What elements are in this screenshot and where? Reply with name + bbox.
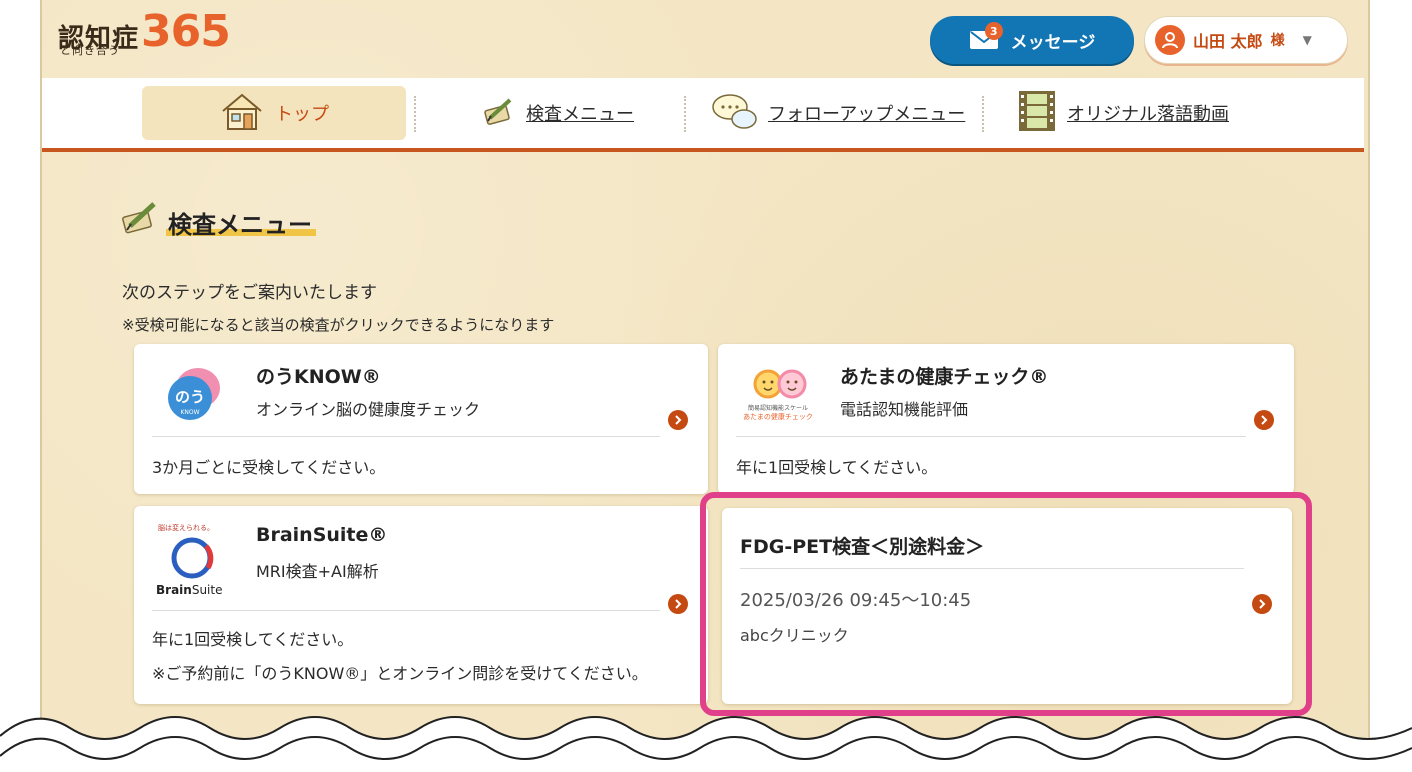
film-icon [1017, 89, 1057, 138]
atama-check-logo-smalltext: 簡易認知機能スケール [748, 404, 808, 412]
section-note: ※受検可能になると該当の検査がクリックできるようになります [122, 316, 555, 334]
user-avatar-icon [1155, 25, 1185, 55]
card-title: のうKNOW® [256, 366, 381, 388]
brainsuite-logo-brand: Suite [192, 583, 223, 597]
nav-label-exam-menu: 検査メニュー [526, 104, 634, 125]
nou-know-logo: のう KNOW [162, 362, 226, 426]
card-note-secondary: ※ご予約前に「のうKNOW®」とオンライン問診を受けてください。 [152, 664, 648, 683]
site-logo[interactable]: 認知症 365 と向き合う [58, 6, 231, 58]
house-icon [219, 91, 265, 136]
chevron-down-icon: ▼ [1302, 33, 1312, 47]
envelope-icon: 3 [969, 22, 1003, 50]
section-intro: 次のステップをご案内いたします [122, 283, 377, 303]
card-note: 3か月ごとに受検してください。 [152, 458, 386, 477]
nav-divider [684, 96, 686, 132]
card-note: 年に1回受検してください。 [736, 458, 938, 477]
nav-item-original-rakugo-video[interactable]: オリジナル落語動画 [1017, 86, 1229, 140]
svg-text:BrainSuite: BrainSuite [156, 583, 222, 597]
exam-card-brainsuite[interactable]: 脳は変えられる。 BrainSuite BrainSuite® MRI検査+AI… [134, 506, 708, 704]
nou-know-logo-subtext: KNOW [180, 409, 199, 416]
card-subtitle: MRI検査+AI解析 [256, 562, 379, 581]
card-divider [736, 436, 1246, 437]
nav-item-follow-up-menu[interactable]: フォローアップメニュー [710, 86, 965, 140]
chevron-right-icon[interactable] [668, 410, 688, 430]
card-title: BrainSuite® [256, 524, 388, 546]
brainsuite-logo-tagline: 脳は変えられる。 [158, 523, 214, 532]
chevron-right-icon[interactable] [1254, 410, 1274, 430]
user-honorific: 様 [1270, 33, 1285, 49]
atama-check-logo-text: あたまの健康チェック [743, 412, 813, 421]
card-note: 年に1回受検してください。 [152, 630, 354, 649]
exam-card-nou-know[interactable]: のう KNOW のうKNOW® オンライン脳の健康度チェック 3か月ごとに受検し… [134, 344, 708, 494]
card-divider [152, 436, 660, 437]
exam-card-atama-no-kenko-check[interactable]: 簡易認知機能スケール あたまの健康チェック あたまの健康チェック® 電話認知機能… [718, 344, 1294, 494]
logo-number: 365 [141, 6, 231, 57]
card-divider [152, 610, 660, 611]
nav-label-follow-up-menu: フォローアップメニュー [768, 104, 966, 125]
brainsuite-logo-brand-bold: Brain [156, 583, 192, 597]
logo-subtitle: と向き合う [60, 44, 120, 57]
card-subtitle: 電話認知機能評価 [840, 400, 969, 419]
card-subtitle: オンライン脳の健康度チェック [256, 400, 481, 419]
message-button[interactable]: 3 メッセージ [930, 16, 1134, 64]
nav-item-exam-menu[interactable]: 検査メニュー [482, 86, 634, 140]
card-title: あたまの健康チェック® [840, 366, 1049, 388]
nav-item-top[interactable]: トップ [142, 86, 406, 140]
wavy-cut-edge [0, 716, 1412, 772]
nou-know-logo-text: のう [175, 388, 205, 406]
nav-divider [414, 96, 416, 132]
main-nav: トップ 検査メニュー フォローアップメニュー オリジナル落語動画 [42, 78, 1364, 152]
user-name: 山田 太郎 [1193, 32, 1263, 51]
nav-label-original-rakugo-video: オリジナル落語動画 [1067, 104, 1229, 125]
pencil-book-icon [120, 200, 160, 240]
section-title: 検査メニュー [166, 205, 316, 240]
pencil-book-icon [482, 96, 516, 131]
nav-divider [982, 96, 984, 132]
speech-bubble-icon [710, 91, 758, 136]
nav-label-top: トップ [275, 104, 329, 125]
chevron-right-icon[interactable] [668, 594, 688, 614]
user-menu-button[interactable]: 山田 太郎 様 ▼ [1144, 16, 1348, 64]
highlight-frame [700, 492, 1312, 716]
message-button-label: メッセージ [1010, 32, 1096, 53]
atama-check-logo: 簡易認知機能スケール あたまの健康チェック [728, 362, 828, 426]
brainsuite-logo: 脳は変えられる。 BrainSuite [152, 520, 236, 600]
section-heading: 検査メニュー [120, 200, 316, 240]
message-count-badge: 3 [984, 22, 1003, 40]
